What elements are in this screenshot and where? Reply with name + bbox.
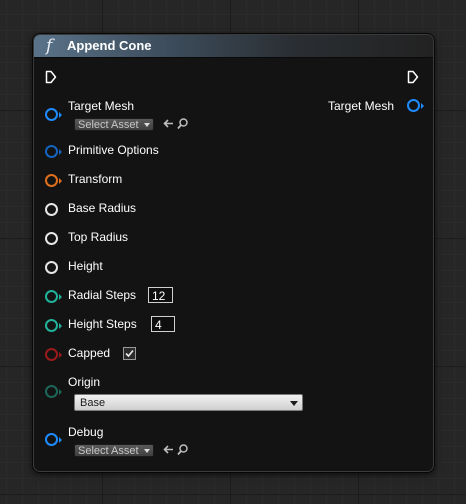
target-mesh-label: Target Mesh: [68, 99, 135, 113]
capped-checkbox[interactable]: [123, 347, 136, 360]
transform-pin[interactable]: [45, 174, 58, 187]
use-asset-arrow-icon[interactable]: [161, 117, 175, 131]
debug-pin[interactable]: [45, 433, 58, 446]
browse-magnifier-icon[interactable]: [176, 443, 190, 457]
base-radius-label: Base Radius: [68, 201, 137, 215]
target-mesh-asset-text: Select Asset: [78, 119, 139, 131]
node-title: Append Cone: [67, 38, 152, 53]
origin-label: Origin: [68, 375, 101, 389]
origin-dropdown[interactable]: Base: [74, 394, 303, 411]
pin-arrow-icon: [59, 294, 62, 300]
radial-steps-input[interactable]: 12: [148, 287, 173, 303]
use-asset-arrow-icon[interactable]: [161, 443, 175, 457]
height-steps-pin[interactable]: [45, 319, 58, 332]
height-pin[interactable]: [45, 261, 58, 274]
pin-arrow-icon: [59, 178, 62, 184]
debug-asset-picker[interactable]: Select Asset: [74, 444, 154, 457]
origin-pin[interactable]: [45, 385, 58, 398]
chevron-down-icon: [144, 449, 150, 453]
exec-output-pin-icon[interactable]: [407, 70, 419, 84]
radial-steps-pin[interactable]: [45, 290, 58, 303]
height-steps-input[interactable]: 4: [151, 316, 175, 332]
pin-arrow-icon: [59, 112, 62, 118]
function-icon: f: [46, 36, 53, 56]
check-icon: [125, 349, 134, 358]
target-mesh-input-pin[interactable]: [45, 108, 58, 121]
capped-pin[interactable]: [45, 348, 58, 361]
radial-steps-label: Radial Steps: [68, 288, 137, 302]
pin-arrow-icon: [421, 103, 424, 109]
pin-arrow-icon: [59, 323, 62, 329]
top-radius-pin[interactable]: [45, 232, 58, 245]
top-radius-label: Top Radius: [68, 230, 129, 244]
origin-selected-value: Base: [80, 397, 106, 409]
height-label: Height: [68, 259, 103, 273]
primitive-options-pin[interactable]: [45, 145, 58, 158]
browse-magnifier-icon[interactable]: [176, 117, 190, 131]
target-mesh-output-pin[interactable]: [407, 99, 420, 112]
pin-arrow-icon: [59, 437, 62, 443]
height-steps-label: Height Steps: [68, 317, 137, 331]
debug-asset-text: Select Asset: [78, 445, 139, 457]
pin-arrow-icon: [59, 149, 62, 155]
transform-label: Transform: [68, 172, 123, 186]
target-mesh-output-label: Target Mesh: [328, 99, 395, 113]
debug-label: Debug: [68, 425, 104, 439]
exec-input-pin-icon[interactable]: [45, 70, 57, 84]
node-header[interactable]: f Append Cone: [34, 35, 433, 58]
primitive-options-label: Primitive Options: [68, 143, 159, 157]
base-radius-pin[interactable]: [45, 203, 58, 216]
chevron-down-icon: [144, 123, 150, 127]
pin-arrow-icon: [59, 389, 62, 395]
pin-arrow-icon: [59, 352, 62, 358]
chevron-down-icon: [290, 401, 298, 406]
append-cone-node[interactable]: f Append Cone Target Mesh Select Asset T…: [33, 34, 434, 472]
capped-label: Capped: [68, 346, 111, 360]
target-mesh-asset-picker[interactable]: Select Asset: [74, 118, 154, 131]
